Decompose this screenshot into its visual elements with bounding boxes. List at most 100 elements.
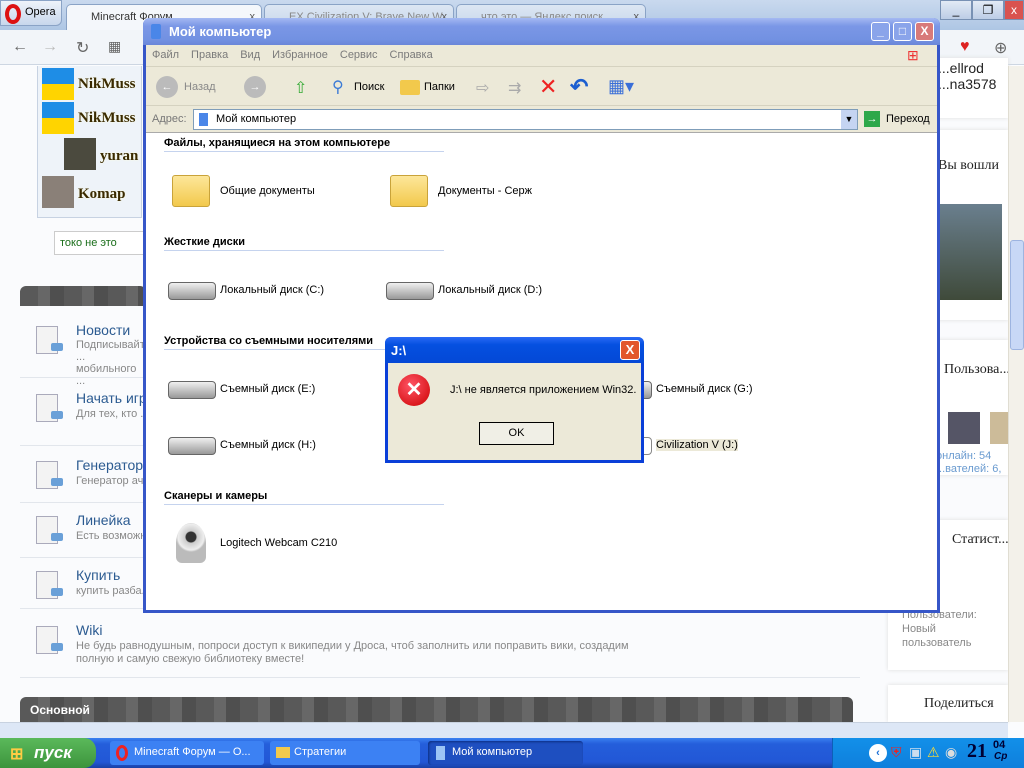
app-tray-icon[interactable]: ◉ [945, 744, 957, 761]
online-count: онлайн: 54 [936, 450, 992, 462]
start-button[interactable]: ⊞ пуск [0, 738, 96, 768]
menu-view[interactable]: Вид [234, 45, 266, 65]
warning-icon[interactable]: ⚠ [927, 744, 940, 761]
address-input[interactable]: Мой компьютер ▼ [193, 109, 858, 130]
avatar [64, 138, 96, 170]
scroll-thumb[interactable] [1010, 240, 1024, 350]
dialog-close-button[interactable]: X [620, 340, 640, 360]
address-value: Мой компьютер [216, 113, 297, 125]
back-icon[interactable]: ← [12, 38, 28, 56]
menu-edit[interactable]: Правка [185, 45, 234, 65]
link-title[interactable]: Купить [76, 567, 120, 583]
search-button[interactable]: Поиск [354, 81, 384, 93]
folder-item[interactable]: Общие документы [168, 171, 315, 211]
browser-restore-button[interactable]: ❐ [972, 0, 1004, 20]
browser-minimize-button[interactable]: _ [940, 0, 972, 20]
avatar [42, 176, 74, 208]
delete-icon[interactable]: ✕ [539, 74, 557, 100]
link-title[interactable]: Генератор [76, 457, 143, 473]
move-to-icon[interactable]: ⇨ [476, 78, 489, 98]
clock-minutes: 04 [993, 739, 1006, 751]
chat-username[interactable]: NikMuss [78, 110, 136, 127]
address-bar: Адрес: Мой компьютер ▼ → Переход [146, 107, 937, 132]
avatar[interactable] [948, 412, 980, 444]
opera-logo-icon [5, 4, 21, 24]
avatar[interactable] [990, 412, 1008, 444]
users-count: ...вателей: 6, г... [936, 463, 1002, 475]
browser-close-button[interactable]: x [1004, 0, 1024, 20]
chat-input[interactable]: токо не это [54, 231, 146, 255]
item-label: Общие документы [220, 185, 315, 197]
network-icon[interactable]: ▣ [909, 744, 922, 761]
taskbar-label: Minecraft Форум — O... [134, 746, 251, 758]
copy-to-icon[interactable]: ⇉ [508, 78, 521, 98]
vertical-scrollbar[interactable] [1008, 66, 1024, 722]
item-label: Локальный диск (D:) [438, 284, 543, 296]
document-icon [36, 326, 63, 354]
folder-item[interactable]: Документы - Серж [386, 171, 532, 211]
speed-dial-icon[interactable]: ▦ [108, 38, 121, 55]
folders-button[interactable]: Папки [424, 81, 455, 93]
taskbar-item-opera[interactable]: Minecraft Форум — O... [110, 741, 264, 765]
taskbar-item-strategies[interactable]: Стратегии [270, 741, 420, 765]
views-icon[interactable]: ▦▾ [608, 76, 634, 97]
go-arrow-icon[interactable]: → [864, 111, 880, 127]
camera-item[interactable]: Logitech Webcam C210 [168, 523, 337, 563]
undo-icon[interactable]: ↶ [570, 74, 588, 100]
dialog-title-bar[interactable]: J:\ X [385, 337, 644, 363]
users-title: Пользова... [944, 362, 1008, 377]
stats-line: Новый пользователь [902, 623, 972, 649]
link-title[interactable]: Начать игру [76, 390, 154, 406]
opera-menu-button[interactable]: Opera [0, 0, 62, 26]
stats-title: Статист... [952, 532, 1008, 547]
section-bar [20, 286, 146, 306]
link-title[interactable]: Новости [76, 322, 130, 338]
drive-item[interactable]: Съемный диск (E:) [168, 369, 315, 409]
drive-item[interactable]: Локальный диск (C:) [168, 270, 324, 310]
dialog-message: J:\ не является приложением Win32. [450, 384, 637, 396]
removable-drive-icon [168, 381, 216, 399]
chat-username[interactable]: Komap [78, 186, 126, 203]
forward-icon[interactable]: → [42, 38, 58, 56]
chevron-down-icon[interactable]: ▼ [841, 110, 857, 129]
address-label: Адрес: [152, 113, 187, 125]
link-title[interactable]: Линейка [76, 512, 131, 528]
security-shield-icon[interactable]: ⛨ [891, 744, 902, 761]
chat-username[interactable]: NikMuss [78, 76, 136, 93]
heart-icon[interactable]: ♥ [960, 38, 970, 56]
taskbar-item-my-computer[interactable]: Мой компьютер [428, 741, 583, 765]
search-icon: ⚲ [332, 79, 344, 96]
minimize-button[interactable]: _ [871, 22, 890, 41]
menu-file[interactable]: Файл [146, 45, 185, 65]
forward-icon[interactable]: → [244, 76, 266, 98]
download-icon[interactable]: ⊕ [994, 38, 1007, 58]
menu-favorites[interactable]: Избранное [266, 45, 334, 65]
item-label: Документы - Серж [438, 185, 533, 197]
back-icon[interactable]: ← [156, 76, 178, 98]
horizontal-scrollbar[interactable] [0, 722, 1008, 738]
ok-button[interactable]: OK [479, 422, 554, 445]
menu-help[interactable]: Справка [384, 45, 439, 65]
webcam-icon [176, 523, 206, 563]
document-icon [36, 461, 63, 489]
clock-hours[interactable]: 21 [967, 740, 987, 763]
close-button[interactable]: X [915, 22, 934, 41]
up-folder-icon[interactable]: ⇧ [294, 78, 307, 98]
drive-item[interactable]: Съемный диск (H:) [168, 425, 316, 465]
drive-item[interactable]: Локальный диск (D:) [386, 270, 542, 310]
show-hidden-icons-icon[interactable]: ‹ [869, 744, 887, 762]
reload-icon[interactable]: ↻ [76, 38, 89, 58]
link-item[interactable]: Wiki Не будь равнодушным, попроси доступ … [20, 622, 860, 678]
profile-avatar[interactable] [940, 204, 1002, 300]
chat-username[interactable]: yuran [100, 148, 138, 165]
go-button[interactable]: Переход [886, 113, 930, 125]
explorer-title-bar[interactable]: Мой компьютер _ □ X [143, 18, 940, 45]
avatar [42, 68, 74, 100]
share-title: Поделиться [924, 696, 994, 711]
back-button[interactable]: Назад [184, 81, 216, 93]
link-title[interactable]: Wiki [76, 622, 102, 638]
avatar [42, 102, 74, 134]
menu-tools[interactable]: Сервис [334, 45, 384, 65]
dialog-title: J:\ [391, 343, 407, 358]
maximize-button[interactable]: □ [893, 22, 912, 41]
